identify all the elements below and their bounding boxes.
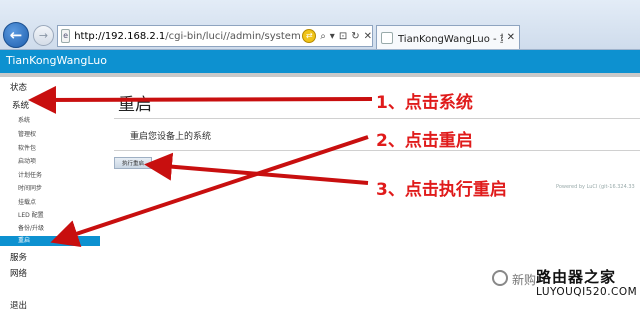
powered-by-footer: Powered by LuCI (git-16.324.33 <box>556 184 635 190</box>
watermark-domain: LUYOUQI520.COM <box>536 286 638 298</box>
tab-close-icon[interactable]: ✕ <box>507 32 515 43</box>
compat-page-icon[interactable]: ⊡ <box>339 31 347 42</box>
reboot-description: 重启您设备上的系统 <box>130 132 212 142</box>
watermark-left-text: 新购 <box>512 273 537 287</box>
back-button[interactable]: ← <box>3 22 29 48</box>
sidebar-item-system[interactable]: 系统 <box>4 99 100 111</box>
step-2-label: 2、点击重启 <box>376 131 473 151</box>
tab-title: TianKongWangLuo - 重... <box>398 34 503 45</box>
arrow-to-reboot-menu <box>50 135 369 247</box>
address-bar[interactable]: e http://192.168.2.1/cgi-bin/luci//admin… <box>57 25 373 47</box>
dropdown-icon[interactable]: ▾ <box>330 31 335 42</box>
address-tools: ⇄ ⌕ ▾ ⊡ ↻ ✕ <box>302 29 372 43</box>
sidebar-item-logout[interactable]: 退出 <box>0 299 100 310</box>
forward-button[interactable]: → <box>33 25 54 46</box>
sidebar-subitem-startup[interactable]: 启动项 <box>0 156 100 165</box>
screenshot-root: ← → e http://192.168.2.1/cgi-bin/luci//a… <box>0 0 640 310</box>
refresh-icon[interactable]: ↻ <box>351 31 359 42</box>
sidebar-subitem-mounts[interactable]: 挂载点 <box>0 197 100 206</box>
page-icon: e <box>61 29 71 43</box>
sidebar-subitem-backup[interactable]: 备份/升级 <box>0 223 100 232</box>
watermark-brand: 路由器之家 <box>536 268 617 286</box>
sidebar-subitem-led[interactable]: LED 配置 <box>0 210 100 219</box>
sidebar-item-network[interactable]: 网络 <box>0 267 100 279</box>
search-icon[interactable]: ⌕ <box>320 31 326 42</box>
content-divider <box>114 118 640 119</box>
perform-reboot-button[interactable]: 执行重启 <box>114 157 152 169</box>
browser-tab[interactable]: TianKongWangLuo - 重... ✕ <box>376 25 520 49</box>
sidebar-item-services[interactable]: 服务 <box>0 251 100 263</box>
brand-name[interactable]: TianKongWangLuo <box>6 54 107 67</box>
page-title: 重启 <box>118 95 152 115</box>
browser-chrome: ← → e http://192.168.2.1/cgi-bin/luci//a… <box>0 0 640 50</box>
compatibility-view-icon[interactable]: ⇄ <box>302 29 317 43</box>
sidebar: 状态 系统 系统 管理权 软件包 启动项 计划任务 时间同步 挂载点 LED 配… <box>0 77 100 310</box>
sidebar-subitem-admin[interactable]: 管理权 <box>0 129 100 138</box>
sidebar-subitem-crontab[interactable]: 计划任务 <box>0 170 100 179</box>
arrow-to-reboot-button <box>144 152 369 185</box>
tab-page-icon <box>381 31 393 44</box>
stop-icon[interactable]: ✕ <box>364 31 372 42</box>
url-text[interactable]: http://192.168.2.1/cgi-bin/luci//admin/s… <box>74 31 300 42</box>
page-header: TianKongWangLuo <box>0 50 640 73</box>
sidebar-item-status[interactable]: 状态 <box>0 81 100 93</box>
arrow-left-icon: ← <box>9 26 23 44</box>
arrow-right-icon: → <box>38 29 49 42</box>
sidebar-subitem-timesync[interactable]: 时间同步 <box>0 183 100 192</box>
url-host: http://192.168.2.1 <box>74 30 166 42</box>
step-3-label: 3、点击执行重启 <box>376 180 507 200</box>
sidebar-subitem-software[interactable]: 软件包 <box>0 143 100 152</box>
step-1-label: 1、点击系统 <box>376 93 473 113</box>
sidebar-subitem-reboot[interactable]: 重启 <box>0 236 100 246</box>
wechat-logo-icon <box>492 270 508 286</box>
url-path: /cgi-bin/luci//admin/system/rebo <box>165 30 301 42</box>
sidebar-subitem-system[interactable]: 系统 <box>0 115 100 124</box>
